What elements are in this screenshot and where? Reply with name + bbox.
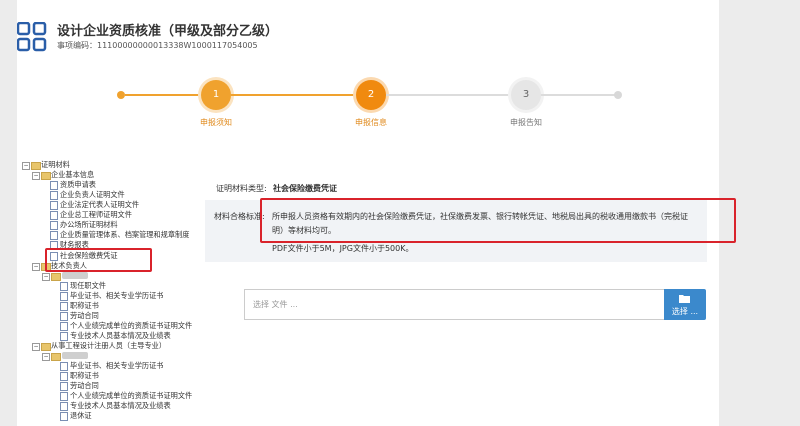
step-start-dot — [117, 91, 125, 99]
app-grid-logo-icon — [17, 22, 47, 52]
file-icon — [60, 362, 68, 371]
file-select-placeholder: 选择 文件 ... — [253, 300, 298, 309]
folder-open-icon — [679, 295, 690, 303]
folder-icon — [51, 273, 61, 281]
file-icon — [50, 181, 58, 190]
highlight-selected-item — [45, 248, 152, 272]
folder-icon — [41, 172, 51, 180]
file-icon — [50, 191, 58, 200]
file-select-input[interactable]: 选择 文件 ... — [244, 289, 666, 320]
select-file-button-label: 选择 ... — [671, 307, 699, 316]
select-file-button[interactable]: 选择 ... — [664, 289, 706, 320]
file-icon — [60, 282, 68, 291]
file-icon — [50, 201, 58, 210]
collapse-icon[interactable]: − — [32, 172, 40, 180]
file-icon — [60, 292, 68, 301]
file-icon — [50, 221, 58, 230]
folder-icon — [41, 343, 51, 351]
file-icon — [60, 322, 68, 331]
step-line-2 — [231, 94, 356, 96]
step-line-3 — [386, 94, 511, 96]
standard-label: 材料合格标准: — [214, 212, 265, 221]
step-line-4 — [541, 94, 616, 96]
step-3-circle[interactable]: 3 — [511, 80, 541, 110]
file-icon — [60, 302, 68, 311]
redacted-name — [62, 352, 88, 359]
step-end-dot — [614, 91, 622, 99]
file-icon — [60, 312, 68, 321]
step-2-label[interactable]: 申报信息 — [355, 117, 387, 128]
step-3-label[interactable]: 申报告知 — [510, 117, 542, 128]
file-icon — [60, 372, 68, 381]
material-type-value: 社会保险缴费凭证 — [273, 184, 337, 193]
step-progress: 1 2 3 申报须知 申报信息 申报告知 — [0, 70, 702, 130]
file-icon — [60, 392, 68, 401]
file-icon — [50, 231, 58, 240]
page-title: 设计企业资质核准（甲级及部分乙级） — [57, 24, 279, 39]
file-size-note: PDF文件小于5M，JPG文件小于500K。 — [272, 244, 414, 253]
step-1-circle[interactable]: 1 — [201, 80, 231, 110]
collapse-icon[interactable]: − — [42, 353, 50, 361]
collapse-icon[interactable]: − — [42, 273, 50, 281]
file-icon — [60, 412, 68, 421]
item-code: 事项编码：11100000000013338W1000117054005 — [57, 41, 258, 50]
step-1-label[interactable]: 申报须知 — [200, 117, 232, 128]
folder-icon — [51, 353, 61, 361]
step-2-circle[interactable]: 2 — [356, 80, 386, 110]
highlight-standard — [260, 198, 736, 243]
folder-icon — [31, 162, 41, 170]
file-icon — [60, 332, 68, 341]
collapse-icon[interactable]: − — [22, 162, 30, 170]
redacted-name — [62, 272, 88, 279]
collapse-icon[interactable]: − — [32, 343, 40, 351]
file-icon — [60, 382, 68, 391]
file-icon — [60, 402, 68, 411]
material-type-label: 证明材料类型: — [216, 184, 267, 193]
collapse-icon[interactable]: − — [32, 263, 40, 271]
file-icon — [50, 211, 58, 220]
